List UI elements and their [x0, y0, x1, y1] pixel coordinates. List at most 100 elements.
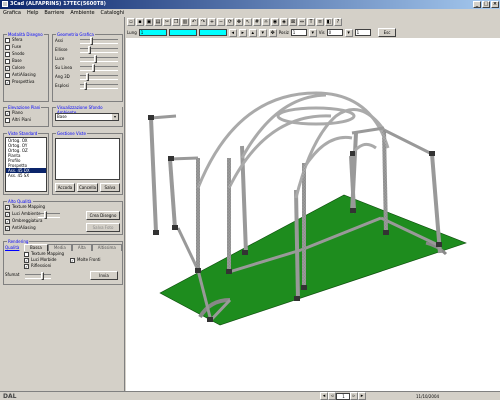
checkbox-icon[interactable]	[5, 51, 10, 57]
chk-r-fronti[interactable]: ✓ Molte Fronti	[70, 257, 101, 263]
checkbox-icon[interactable]	[5, 58, 10, 64]
dist-field[interactable]: 1	[354, 29, 371, 36]
menu-barriere[interactable]: Barriere	[44, 9, 64, 17]
checkmark-icon[interactable]: ✓	[5, 225, 10, 231]
sfondo-select[interactable]: Base ▾	[55, 113, 119, 121]
sulinea-slider[interactable]	[80, 64, 118, 72]
salva-foto-button[interactable]: Salva Foto	[86, 223, 120, 232]
vis-field[interactable]: 0	[326, 29, 343, 36]
esc-button[interactable]: Esc	[378, 28, 396, 37]
camera-icon[interactable]: ◉	[271, 18, 279, 26]
slider-thumb[interactable]	[94, 55, 97, 63]
menu-cataloghi[interactable]: Cataloghi	[101, 9, 125, 17]
slider-thumb[interactable]	[41, 272, 44, 280]
slider-thumb[interactable]	[86, 73, 89, 81]
checkmark-icon[interactable]: ✓	[5, 79, 10, 85]
truss-icon[interactable]: ⊠	[289, 18, 297, 26]
vis-spin-icon[interactable]: ▾	[344, 28, 353, 37]
slider-thumb[interactable]	[88, 46, 91, 54]
grid-icon[interactable]: #	[253, 18, 261, 26]
next-page-icon[interactable]: ▹	[350, 392, 358, 400]
chk-piano[interactable]: ✓ Piano	[5, 110, 23, 116]
assi-slider[interactable]	[80, 37, 118, 45]
ang3d-slider[interactable]	[80, 73, 118, 81]
accoda-button[interactable]: Accoda	[55, 183, 75, 192]
menu-ambiente[interactable]: Ambiente	[70, 9, 94, 17]
slider-thumb[interactable]	[84, 82, 87, 90]
tab-media[interactable]: Media	[47, 244, 72, 251]
zoom-in-icon[interactable]: +	[208, 18, 216, 26]
cut-icon[interactable]: ✂	[163, 18, 171, 26]
chk-snodo[interactable]: Snodo	[5, 51, 25, 57]
chk-antialiasing[interactable]: AntiAliasing	[5, 72, 36, 78]
maximize-button[interactable]: □	[482, 1, 490, 8]
save-icon[interactable]: ▣	[145, 18, 153, 26]
chk-r-riflessioni[interactable]: ✓ Riflessioni	[24, 263, 51, 269]
measure-icon[interactable]: ⇔	[298, 18, 306, 26]
rotate-icon[interactable]: ⟳	[226, 18, 234, 26]
arrow-up-icon[interactable]: ▴	[248, 28, 257, 37]
viste-list[interactable]: Ortog. OX Ortog. OY Ortog. OZ Pianta Pro…	[5, 137, 47, 192]
checkmark-icon[interactable]: ✓	[24, 257, 29, 263]
select-icon[interactable]: ↖	[244, 18, 252, 26]
luce-slider[interactable]	[80, 55, 118, 63]
lung-field[interactable]: 1	[138, 29, 167, 36]
menu-grafica[interactable]: Grafica	[3, 9, 21, 17]
layer-icon[interactable]: ≡	[316, 18, 324, 26]
minimize-button[interactable]: _	[473, 1, 481, 8]
light-icon[interactable]: ☼	[262, 18, 270, 26]
page-number[interactable]: 1	[336, 392, 350, 400]
sfumat-slider[interactable]	[25, 272, 51, 280]
slider-thumb[interactable]	[90, 37, 93, 45]
slider-thumb[interactable]	[92, 64, 95, 72]
lung-field-3[interactable]	[198, 29, 227, 36]
new-icon[interactable]: ▫	[127, 18, 135, 26]
tab-altissima[interactable]: Altissima	[91, 244, 122, 251]
pan-icon[interactable]: ✥	[235, 18, 243, 26]
tab-bassa[interactable]: Bassa	[24, 244, 48, 251]
render-icon[interactable]: ◈	[280, 18, 288, 26]
checkbox-icon[interactable]	[5, 72, 10, 78]
chk-altri-piani[interactable]: Altri Piani	[5, 117, 31, 123]
tab-alta[interactable]: Alta	[71, 244, 92, 251]
close-button[interactable]: ×	[491, 1, 499, 8]
chk-luci[interactable]: ✓ Luci Ambiente	[5, 211, 41, 217]
paste-icon[interactable]: ▥	[181, 18, 189, 26]
open-icon[interactable]: ▪	[136, 18, 144, 26]
ellisse-slider[interactable]	[80, 46, 118, 54]
chk-fuse[interactable]: Fuse	[5, 44, 21, 50]
3d-viewport[interactable]	[126, 38, 500, 391]
checkmark-icon[interactable]: ✓	[5, 65, 10, 71]
text-icon[interactable]: T	[307, 18, 315, 26]
gestione-list[interactable]	[55, 138, 120, 180]
arrow-down-icon[interactable]: ▾	[258, 28, 267, 37]
copy-icon[interactable]: ❐	[172, 18, 180, 26]
chk-base[interactable]: Base	[5, 58, 22, 64]
first-page-icon[interactable]: ◂	[320, 392, 328, 400]
menu-help[interactable]: Help	[27, 9, 38, 17]
prev-page-icon[interactable]: ◃	[328, 392, 336, 400]
chk-prospettiva[interactable]: ✓ Prospettiva	[5, 79, 35, 85]
esplosi-slider[interactable]	[80, 82, 118, 90]
checkmark-icon[interactable]: ✓	[5, 110, 10, 116]
checkbox-icon[interactable]	[24, 251, 29, 257]
print-icon[interactable]: ▤	[154, 18, 162, 26]
checkmark-icon[interactable]: ✓	[5, 211, 10, 217]
pos-field[interactable]: 1	[290, 29, 307, 36]
checkmark-icon[interactable]: ✓	[5, 204, 10, 210]
help-icon[interactable]: ?	[334, 18, 342, 26]
color-icon[interactable]: ◧	[325, 18, 333, 26]
move-icon[interactable]: ✥	[268, 28, 277, 37]
last-page-icon[interactable]: ▸	[358, 392, 366, 400]
checkbox-icon[interactable]	[5, 117, 10, 123]
checkmark-icon[interactable]: ✓	[5, 218, 10, 224]
chk-sfera[interactable]: Sfera	[5, 37, 23, 43]
invia-button[interactable]: Invia	[90, 271, 118, 280]
chk-aa[interactable]: ✓ AntiAliasing	[5, 225, 36, 231]
checkmark-icon[interactable]: ✓	[24, 263, 29, 269]
crea-disegno-button[interactable]: Crea Disegno	[86, 211, 120, 220]
zoom-out-icon[interactable]: −	[217, 18, 225, 26]
arrow-left-icon[interactable]: ◂	[228, 28, 237, 37]
pos-spin-icon[interactable]: ▾	[308, 28, 317, 37]
salva-button[interactable]: Salva	[100, 183, 120, 192]
